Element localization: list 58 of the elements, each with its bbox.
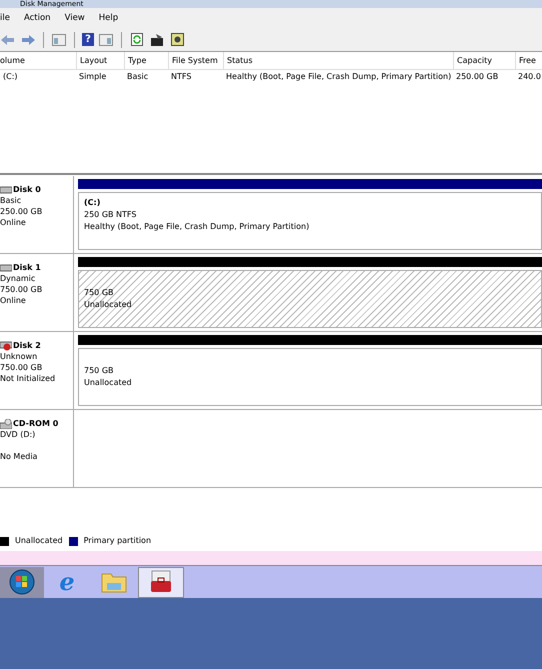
disk-error-icon: [0, 340, 12, 350]
disk-status: Online: [0, 217, 27, 228]
column-header[interactable]: Status: [223, 52, 453, 69]
column-header[interactable]: Type: [124, 52, 168, 69]
column-header[interactable]: Free: [515, 52, 542, 69]
legend-label: Unallocated: [15, 535, 63, 547]
legend-label: Primary partition: [84, 535, 152, 547]
disk-name: CD-ROM 0: [13, 418, 58, 429]
table-cell-text: Basic: [126, 71, 150, 83]
folder-icon: [101, 571, 127, 593]
partition-status: Unallocated: [84, 299, 133, 311]
menu-item[interactable]: Action: [24, 12, 51, 24]
start-orb-icon: [9, 569, 35, 595]
table-cell-text: Healthy (Boot, Page File, Crash Dump, Primary Partition): [225, 71, 452, 83]
table-cell-text: (C:): [2, 71, 19, 83]
table-cell-text: 240.0: [517, 71, 542, 83]
column-header[interactable]: Layout: [76, 52, 124, 69]
table-cell-text: NTFS: [170, 71, 192, 83]
taskbar-button[interactable]: [138, 566, 184, 598]
partition-status: Unallocated: [84, 377, 133, 389]
taskbar-button[interactable]: [0, 566, 44, 598]
disk-size: 750.00 GB: [0, 362, 44, 373]
column-header[interactable]: olume: [0, 52, 76, 69]
partition-size: 250 GB NTFS: [84, 209, 138, 221]
refresh-icon[interactable]: [129, 32, 145, 48]
window-icon[interactable]: [51, 32, 67, 48]
column-header[interactable]: File System: [168, 52, 223, 69]
column-header[interactable]: Capacity: [453, 52, 515, 69]
disk-name: Disk 2: [13, 340, 41, 351]
menu-item[interactable]: View: [64, 12, 85, 24]
partition-status: Healthy (Boot, Page File, Crash Dump, Primary Partition): [84, 221, 310, 233]
disk-type: DVD (D:): [0, 429, 36, 440]
panel-icon[interactable]: [98, 32, 114, 48]
disk-type: Basic: [0, 195, 22, 206]
disk-status: Online: [0, 295, 27, 306]
disk-name: Disk 1: [13, 262, 41, 273]
disk-type: Unknown: [0, 351, 38, 362]
disk-size: 250.00 GB: [0, 206, 44, 217]
partition-block[interactable]: 750 GB Unallocated: [78, 348, 542, 406]
partition-label: (C:): [84, 197, 102, 209]
partition-size: 750 GB: [84, 365, 114, 377]
disk-status: No Media: [0, 451, 38, 462]
disk-type: Dynamic: [0, 273, 36, 284]
gear-icon[interactable]: [169, 32, 185, 48]
table-cell-text: Simple: [78, 71, 108, 83]
browser-e-icon: e: [59, 570, 75, 594]
partition-block[interactable]: (C:) 250 GB NTFS Healthy (Boot, Page File, Crash Dump, Primary Partition): [78, 192, 542, 250]
help-icon[interactable]: ?: [82, 33, 94, 46]
disk-name: Disk 0: [13, 184, 41, 195]
disk-status: Not Initialized: [0, 373, 56, 384]
menu-item[interactable]: Help: [98, 12, 118, 24]
menu-item[interactable]: ile: [0, 12, 10, 24]
optical-drive-icon: [0, 418, 12, 428]
partition-block[interactable]: 750 GB Unallocated: [78, 270, 542, 328]
disk-size: 750.00 GB: [0, 284, 44, 295]
toolbox-icon: [148, 570, 174, 594]
partition-size: 750 GB: [84, 287, 114, 299]
table-cell-text: 250.00 GB: [455, 71, 500, 83]
